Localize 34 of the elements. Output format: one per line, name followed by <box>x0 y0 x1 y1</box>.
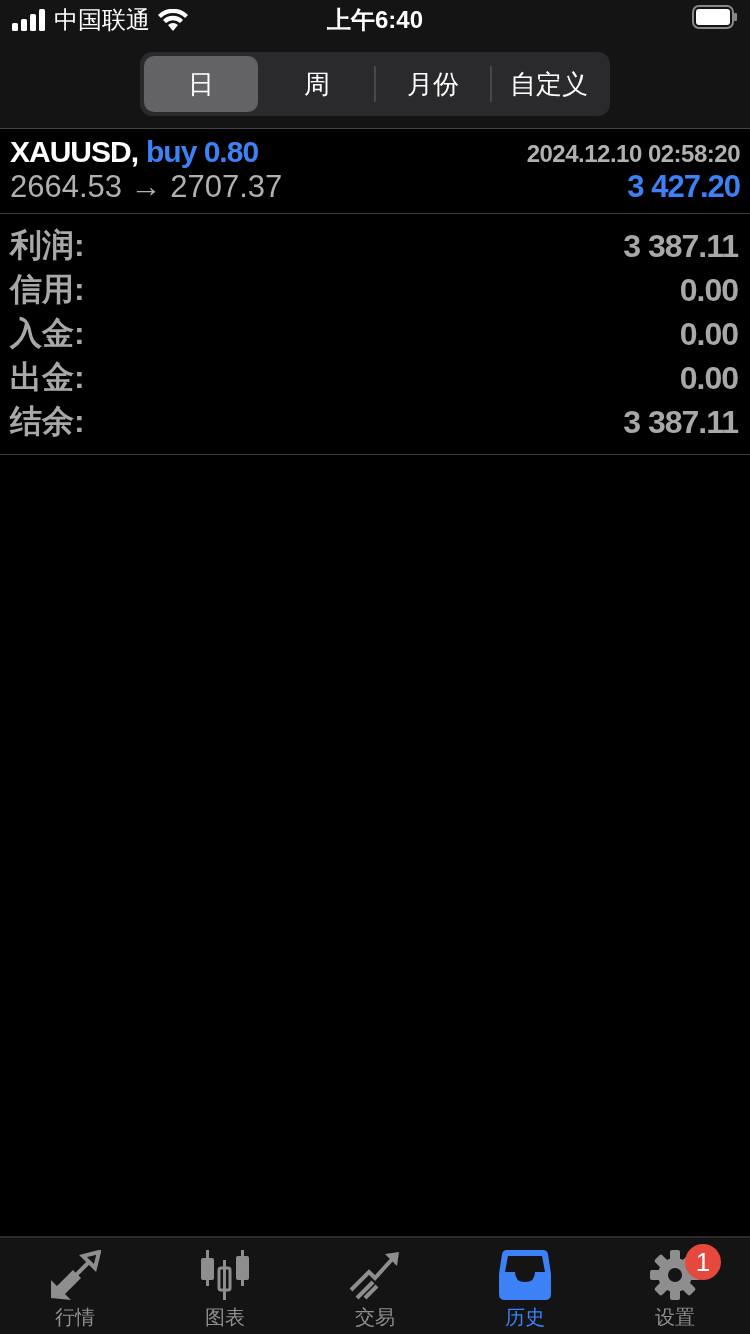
tab-bar-item[interactable]: 图表 <box>150 1238 300 1334</box>
notification-badge: 1 <box>685 1244 721 1280</box>
deal-time: 2024.12.10 02:58:20 <box>526 140 740 168</box>
summary-label: 利润: <box>10 226 85 265</box>
arrows-icon <box>49 1250 101 1300</box>
summary-value: 0.00 <box>679 359 738 397</box>
summary-value: 0.00 <box>679 271 738 309</box>
signal-icon <box>12 9 46 31</box>
period-tab[interactable]: 日 <box>144 56 258 112</box>
inbox-tray-icon <box>499 1250 551 1300</box>
summary-value: 3 387.11 <box>623 227 738 265</box>
tab-bar-item[interactable]: 历史 <box>450 1238 600 1334</box>
symbol-label: XAUUSD, <box>10 135 138 169</box>
summary-value: 3 387.11 <box>623 403 738 441</box>
summary-value: 0.00 <box>679 315 738 353</box>
summary-label: 入金: <box>10 314 85 353</box>
trade-side: buy 0.80 <box>146 135 259 169</box>
price-range: 2664.53 → 2707.37 <box>10 169 283 205</box>
deal-profit: 3 427.20 <box>627 169 740 205</box>
candlestick-icon <box>199 1250 251 1300</box>
tab-bar-item[interactable]: 1 设置 <box>600 1238 750 1334</box>
period-tab[interactable]: 月份 <box>376 56 490 112</box>
clock-time: 上午6:40 <box>326 6 423 33</box>
summary-label: 结余: <box>10 402 85 441</box>
wifi-icon <box>158 9 188 31</box>
trend-arrow-icon <box>349 1250 401 1300</box>
period-tab[interactable]: 周 <box>260 56 374 112</box>
summary-label: 出金: <box>10 358 85 397</box>
summary-label: 信用: <box>10 270 85 309</box>
tab-bar-item[interactable]: 交易 <box>300 1238 450 1334</box>
tab-bar-item[interactable]: 行情 <box>0 1238 150 1334</box>
period-tab[interactable]: 自定义 <box>492 56 606 112</box>
battery-icon <box>692 5 738 29</box>
carrier-name: 中国联通 <box>54 5 150 35</box>
